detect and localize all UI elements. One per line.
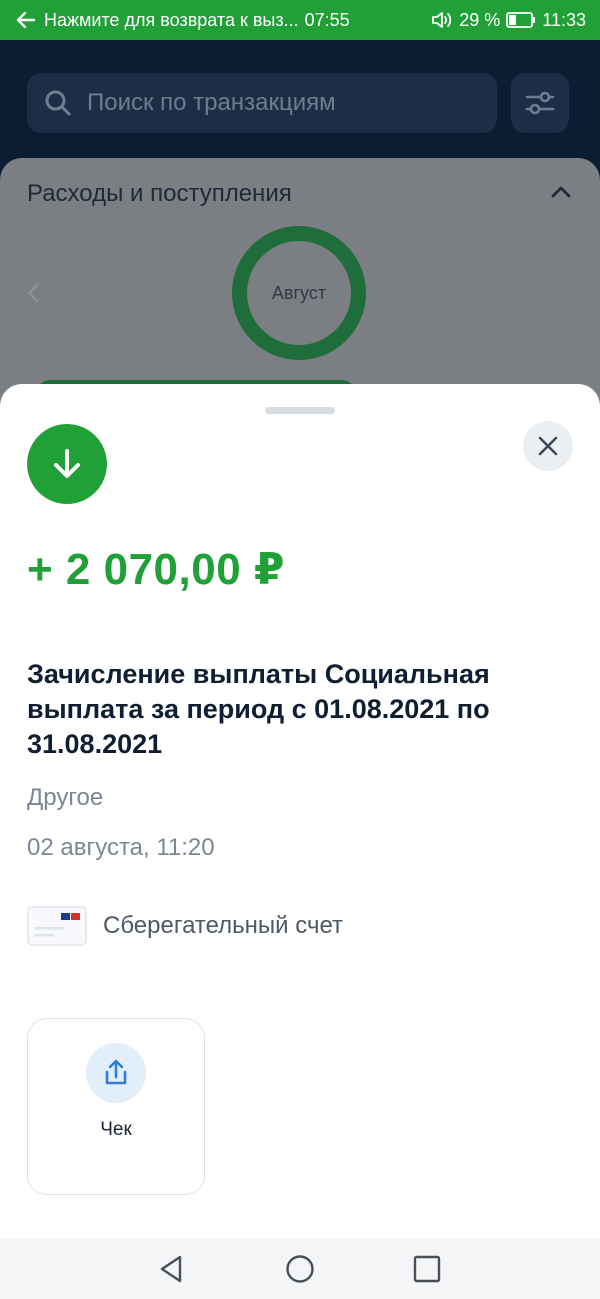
battery-percent: 29 %	[459, 9, 501, 30]
app-header: Поиск по транзакциям	[0, 40, 600, 160]
receipt-button[interactable]: Чек	[27, 1018, 205, 1195]
transaction-amount: + 2 070,00 ₽	[27, 545, 286, 594]
transaction-category: Другое	[27, 784, 104, 811]
filter-button[interactable]	[511, 73, 569, 133]
status-icons: 29 % 11:33	[431, 10, 586, 31]
account-name: Сберегательный счет	[103, 912, 344, 939]
screen: Нажмите для возврата к выз... 07:55 29 %…	[0, 0, 600, 1299]
back-arrow-icon[interactable]	[14, 8, 38, 32]
battery-icon	[506, 12, 536, 28]
chevron-up-icon[interactable]	[549, 180, 573, 204]
search-placeholder: Поиск по транзакциям	[87, 89, 336, 116]
search-input[interactable]: Поиск по транзакциям	[27, 73, 497, 133]
receipt-label: Чек	[100, 1119, 132, 1140]
summary-title: Расходы и поступления	[27, 180, 292, 207]
transaction-description: Зачисление выплаты Социальная выплата за…	[27, 659, 490, 759]
month-donut-chart[interactable]: Август	[232, 226, 366, 360]
status-bar[interactable]: Нажмите для возврата к выз... 07:55 29 %…	[0, 0, 600, 40]
clock: 11:33	[542, 9, 586, 30]
close-button[interactable]	[523, 421, 573, 471]
volume-icon	[432, 12, 452, 28]
arrow-down-icon	[54, 449, 80, 478]
nav-recents-icon[interactable]	[411, 1253, 443, 1285]
search-icon	[45, 90, 71, 116]
share-icon	[105, 1059, 127, 1085]
transaction-details-sheet: + 2 070,00 ₽ Зачисление выплаты Социальн…	[0, 384, 600, 1239]
nav-back-icon[interactable]	[156, 1253, 188, 1285]
call-timer: 07:55	[304, 9, 350, 30]
bank-card-icon	[27, 906, 87, 946]
system-nav-bar	[0, 1239, 600, 1299]
income-badge	[27, 424, 107, 504]
transaction-datetime: 02 августа, 11:20	[27, 834, 215, 861]
share-icon-bubble	[86, 1043, 146, 1103]
summary-card: Расходы и поступления Август	[0, 158, 600, 418]
filter-icon	[525, 91, 555, 115]
sheet-drag-handle[interactable]	[265, 407, 335, 414]
nav-home-icon[interactable]	[284, 1253, 316, 1285]
return-to-call-text[interactable]: Нажмите для возврата к выз...	[44, 10, 299, 31]
donut-month-label: Август	[271, 282, 327, 303]
close-icon	[538, 436, 558, 456]
account-row[interactable]: Сберегательный счет	[27, 906, 343, 946]
chevron-left-icon[interactable]	[24, 282, 42, 304]
